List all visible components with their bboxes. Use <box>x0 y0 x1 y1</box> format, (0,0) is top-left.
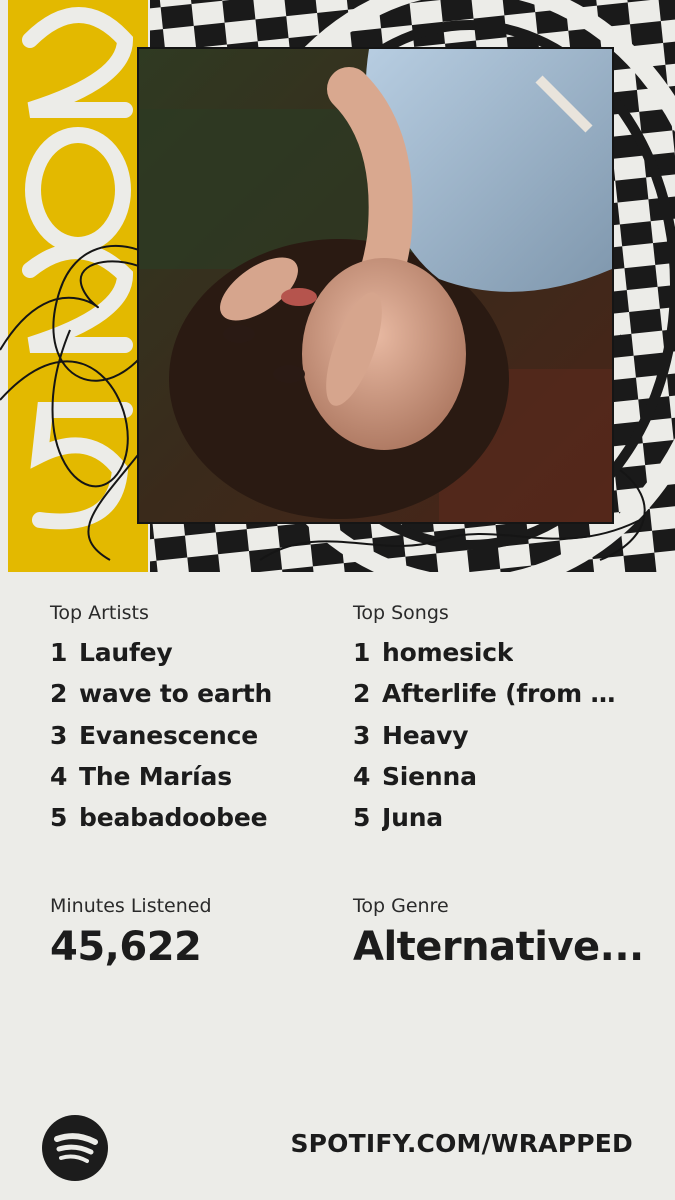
artist-item: 5 beabadoobee <box>50 803 268 833</box>
wrapped-url-link[interactable]: SPOTIFY.COM/WRAPPED <box>290 1129 633 1158</box>
song-item: 2 Afterlife (from t... <box>353 679 618 709</box>
top-songs-list: 1 homesick 2 Afterlife (from t... 3 Heavy 4… <box>353 638 618 844</box>
artist-item: 3 Evanescence <box>50 720 259 750</box>
song-item: 1 homesick <box>353 638 514 667</box>
artist-item: 2 wave to earth <box>50 679 273 709</box>
year-2025-graphic <box>8 0 148 572</box>
minutes-label: Minutes Listened <box>50 895 212 917</box>
song-item: 3 Heavy <box>353 720 469 750</box>
top-artists-list: 1 Laufey 2 wave to earth 3 Evanescence 4 The… <box>50 638 272 844</box>
top-songs-title: Top Songs <box>353 602 449 624</box>
spotify-logo-icon <box>42 1115 108 1181</box>
artist-item: 4 The Marías <box>50 761 232 791</box>
artist-photo <box>137 47 614 524</box>
top-artists-title: Top Artists <box>50 602 149 624</box>
song-item: 4 Sienna <box>353 761 477 791</box>
artist-item: 1 Laufey <box>50 638 173 667</box>
minutes-value: 45,622 <box>50 924 202 970</box>
wrapped-stats: Top Artists 1 Laufey 2 wave to earth 3 Evan… <box>0 572 675 1200</box>
top-genre-label: Top Genre <box>353 895 449 917</box>
top-genre-value: Alternative... <box>353 924 644 970</box>
hero-graphic <box>0 0 675 572</box>
song-item: 5 Juna <box>353 803 443 833</box>
